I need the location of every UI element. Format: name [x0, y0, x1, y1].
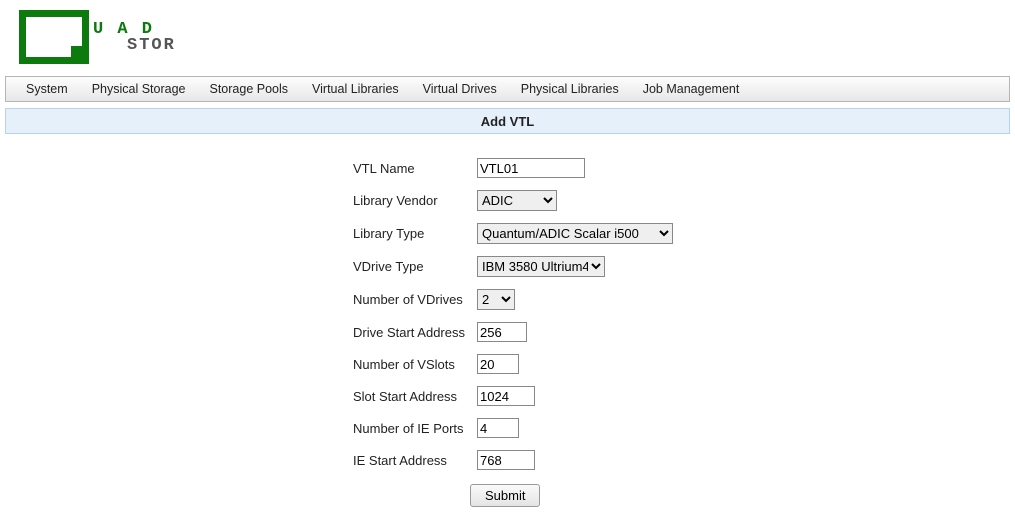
slot-start-address-input[interactable] — [477, 386, 535, 406]
label-slot-start-address: Slot Start Address — [353, 389, 477, 404]
label-num-ie-ports: Number of IE Ports — [353, 421, 477, 436]
library-type-select[interactable]: Quantum/ADIC Scalar i500 — [477, 223, 673, 244]
label-ie-start-address: IE Start Address — [353, 453, 477, 468]
label-vtl-name: VTL Name — [353, 161, 477, 176]
logo-bottom: STOR — [127, 37, 176, 54]
label-drive-start-address: Drive Start Address — [353, 325, 477, 340]
label-num-vdrives: Number of VDrives — [353, 292, 477, 307]
logo: U A D STOR — [19, 10, 1010, 64]
drive-start-address-input[interactable] — [477, 322, 527, 342]
nav-storage-pools[interactable]: Storage Pools — [198, 82, 301, 96]
main-nav: System Physical Storage Storage Pools Vi… — [5, 76, 1010, 102]
add-vtl-form: VTL Name Library Vendor ADIC Library Typ… — [353, 158, 1010, 470]
label-library-vendor: Library Vendor — [353, 193, 477, 208]
logo-top: U A D — [93, 21, 176, 38]
num-vslots-input[interactable] — [477, 354, 519, 374]
nav-physical-libraries[interactable]: Physical Libraries — [509, 82, 631, 96]
nav-job-management[interactable]: Job Management — [631, 82, 752, 96]
submit-button[interactable]: Submit — [470, 484, 540, 507]
logo-q-icon — [19, 10, 89, 64]
nav-virtual-drives[interactable]: Virtual Drives — [411, 82, 509, 96]
nav-physical-storage[interactable]: Physical Storage — [80, 82, 198, 96]
nav-virtual-libraries[interactable]: Virtual Libraries — [300, 82, 411, 96]
label-num-vslots: Number of VSlots — [353, 357, 477, 372]
vtl-name-input[interactable] — [477, 158, 585, 178]
page-title: Add VTL — [5, 108, 1010, 134]
num-vdrives-select[interactable]: 2 — [477, 289, 515, 310]
library-vendor-select[interactable]: ADIC — [477, 190, 557, 211]
nav-system[interactable]: System — [14, 82, 80, 96]
num-ie-ports-input[interactable] — [477, 418, 519, 438]
vdrive-type-select[interactable]: IBM 3580 Ultrium4 — [477, 256, 605, 277]
label-vdrive-type: VDrive Type — [353, 259, 477, 274]
label-library-type: Library Type — [353, 226, 477, 241]
ie-start-address-input[interactable] — [477, 450, 535, 470]
logo-text: U A D STOR — [93, 21, 176, 54]
